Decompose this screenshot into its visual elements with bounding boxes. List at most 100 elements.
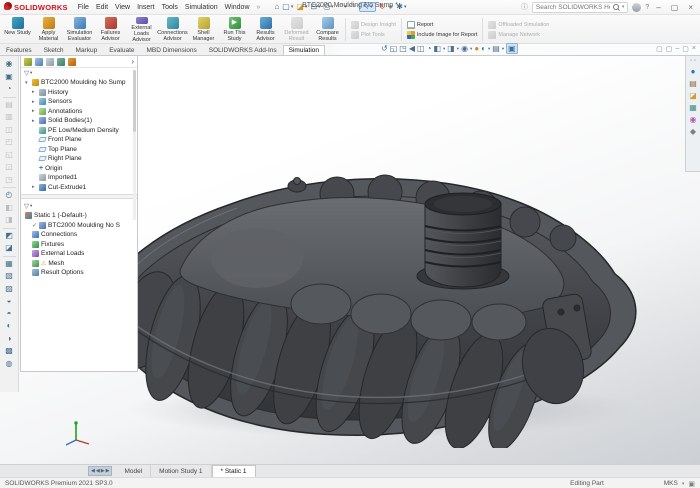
close-button[interactable]: × xyxy=(685,3,696,12)
nav-next-icon[interactable]: ▶ xyxy=(101,468,105,474)
study-item-result-options[interactable]: Result Options xyxy=(21,268,137,278)
dimxpertmanager-tab-icon[interactable] xyxy=(57,57,65,66)
zoom-previous-icon[interactable]: ↺ xyxy=(381,44,388,53)
mirror-tool-icon[interactable]: ◐ xyxy=(7,320,12,333)
run-this-study-button[interactable]: ▶ Run This Study xyxy=(219,16,250,43)
apply-material-button[interactable]: Apply Material xyxy=(33,16,64,43)
model-viewport[interactable] xyxy=(85,108,660,451)
doc-minimize-icon[interactable]: – xyxy=(675,45,679,53)
menu-simulation[interactable]: Simulation xyxy=(185,4,218,11)
study-tool-icon[interactable]: ◉ xyxy=(6,58,13,71)
view-orientation-caret-icon[interactable]: ▾ xyxy=(443,46,445,52)
tree-root[interactable]: ▾ BTC2000 Moulding No Sump xyxy=(21,78,137,88)
study-item-part[interactable]: ✓ BTC2000 Moulding No S xyxy=(21,221,137,231)
design-library-icon[interactable]: ▤ xyxy=(689,79,697,88)
status-customize-icon[interactable]: ▣ xyxy=(688,480,695,488)
study-tree-filter[interactable]: ▽ ▾ xyxy=(21,201,137,211)
appearances-scenes-icon[interactable]: ◉ xyxy=(690,115,697,124)
panel-flyout-arrow-icon[interactable]: › xyxy=(131,57,134,66)
new-document-icon[interactable]: ▢ ▾ xyxy=(282,3,293,11)
panel-splitter[interactable] xyxy=(21,194,137,199)
tree-item-front-plane[interactable]: Front Plane xyxy=(21,135,137,145)
hide-show-items-icon[interactable]: ◉ xyxy=(461,44,468,53)
tree-item-sensors[interactable]: ▸ Sensors xyxy=(21,97,137,107)
pattern-tool-icon[interactable]: ◑ xyxy=(7,333,12,346)
report-tool-icon[interactable]: ◩ xyxy=(5,230,13,243)
study-item-external-loads[interactable]: External Loads xyxy=(21,249,137,259)
tree-item-origin[interactable]: + Origin xyxy=(21,164,137,174)
search-caret-icon[interactable]: ▾ xyxy=(622,4,625,10)
tree-item-solid-bodies[interactable]: ▸ Solid Bodies(1) xyxy=(21,116,137,126)
results-advisor-button[interactable]: Results Advisor xyxy=(250,16,281,43)
offset-tool-icon[interactable]: ◓ xyxy=(7,308,12,321)
menu-window[interactable]: Window xyxy=(225,4,250,11)
taskpane-collapse-icon[interactable]: ▫ ▫ xyxy=(690,58,696,64)
expander-icon[interactable]: ▾ xyxy=(25,80,30,86)
study-item-connections[interactable]: Connections xyxy=(21,230,137,240)
tree-scrollbar[interactable] xyxy=(133,70,136,220)
external-loads-advisor-button[interactable]: External Loads Advisor xyxy=(126,16,157,43)
study-root[interactable]: Static 1 (-Default-) xyxy=(21,211,137,221)
expander-icon[interactable]: ▸ xyxy=(32,89,37,95)
study-item-fixtures[interactable]: Fixtures xyxy=(21,240,137,250)
zoom-to-area-icon[interactable]: ◳ xyxy=(399,44,407,53)
file-explorer-icon[interactable]: ◪ xyxy=(689,91,697,100)
new-study-button[interactable]: New Study xyxy=(2,16,33,43)
help-search[interactable]: ▾ xyxy=(531,1,629,13)
tab-evaluate[interactable]: Evaluate xyxy=(103,45,140,55)
tab-markup[interactable]: Markup xyxy=(70,45,104,55)
hide-show-caret-icon[interactable]: ▾ xyxy=(470,46,472,52)
expander-icon[interactable]: ▸ xyxy=(32,184,37,190)
expander-icon[interactable]: ▸ xyxy=(32,108,37,114)
tab-model[interactable]: Model xyxy=(116,465,152,477)
view-settings-icon[interactable]: ▤ xyxy=(492,44,500,53)
tab-static-1[interactable]: * Static 1 xyxy=(211,465,256,477)
tab-motion-study-1[interactable]: Motion Study 1 xyxy=(151,465,212,477)
tree-scrollbar-thumb[interactable] xyxy=(133,70,136,132)
doc-tile-icon[interactable]: ▢ xyxy=(666,45,673,53)
nav-prev-icon[interactable]: ◀ xyxy=(96,468,100,474)
custom-properties-icon[interactable]: ◆ xyxy=(690,127,696,136)
menu-edit[interactable]: Edit xyxy=(96,4,108,11)
tree-item-imported1[interactable]: Imported1 xyxy=(21,173,137,183)
tab-simulation[interactable]: Simulation xyxy=(282,45,326,55)
tree-item-material[interactable]: PE Low/Medium Density xyxy=(21,126,137,136)
results-tool-icon[interactable]: ◴ xyxy=(6,189,13,202)
filter-caret-icon[interactable]: ▾ xyxy=(30,203,32,209)
evaluator-tool-icon[interactable]: ◔ xyxy=(7,83,12,96)
units-caret-icon[interactable]: ▾ xyxy=(682,481,685,487)
doc-restore-icon[interactable]: ▢ xyxy=(682,45,689,53)
display-style-caret-icon[interactable]: ▾ xyxy=(457,46,459,52)
user-account-icon[interactable] xyxy=(632,2,642,12)
shell-manager-button[interactable]: Shell Manager xyxy=(188,16,219,43)
convert-tool-icon[interactable]: ◒ xyxy=(7,295,12,308)
propertymanager-tab-icon[interactable] xyxy=(35,57,43,66)
failures-advisor-button[interactable]: Failures Advisor xyxy=(95,16,126,43)
minimize-button[interactable]: – xyxy=(653,3,663,12)
filter-icon[interactable]: ▽ xyxy=(24,69,29,77)
realview-icon[interactable]: ▣ xyxy=(506,43,518,54)
tree-filter[interactable]: ▽ ▾ xyxy=(21,68,137,78)
trim-tool-icon[interactable]: ▨ xyxy=(5,283,13,296)
filter-caret-icon[interactable]: ▾ xyxy=(30,70,32,76)
tree-item-top-plane[interactable]: Top Plane xyxy=(21,145,137,155)
menu-view[interactable]: View xyxy=(115,4,130,11)
menu-insert[interactable]: Insert xyxy=(137,4,155,11)
tab-solidworks-add-ins[interactable]: SOLIDWORKS Add-Ins xyxy=(203,45,283,55)
doc-cascade-icon[interactable]: ▢ xyxy=(656,45,663,53)
help-search-input[interactable] xyxy=(535,3,610,11)
featuremanager-tab-icon[interactable] xyxy=(24,57,32,66)
dimension-tool-icon[interactable]: ▧ xyxy=(5,270,13,283)
view-orientation-icon[interactable]: ◧ xyxy=(433,44,441,53)
connections-advisor-button[interactable]: Connections Advisor xyxy=(157,16,188,43)
search-icon[interactable] xyxy=(612,4,619,10)
filter-icon[interactable]: ▽ xyxy=(24,202,29,210)
displaymanager-tab-icon[interactable] xyxy=(68,57,76,66)
dynamic-annotation-icon[interactable]: ◔ xyxy=(427,44,432,53)
section-view-icon[interactable]: ◫ xyxy=(417,44,425,53)
study-item-mesh[interactable]: ⚠ Mesh xyxy=(21,259,137,269)
edit-appearance-icon[interactable]: ● xyxy=(474,44,479,53)
solidworks-resources-icon[interactable]: ● xyxy=(691,67,696,76)
tab-sketch[interactable]: Sketch xyxy=(38,45,70,55)
doc-close-icon[interactable]: × xyxy=(692,45,696,53)
